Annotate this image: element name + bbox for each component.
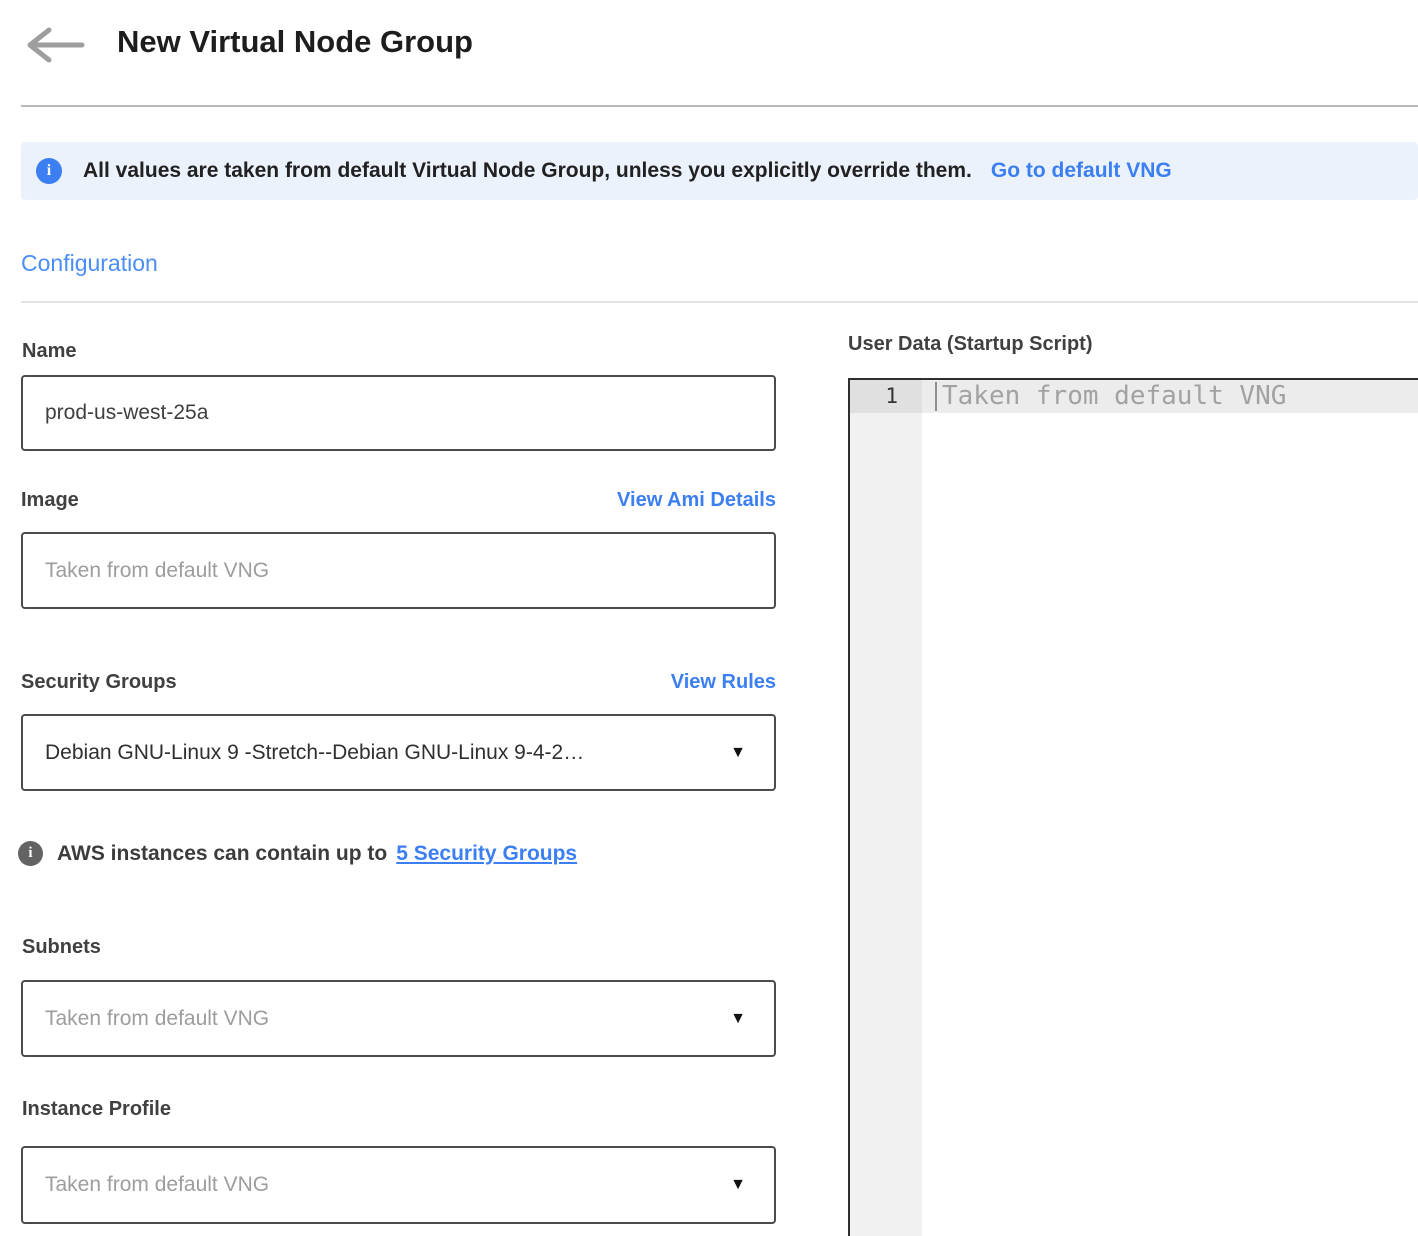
five-security-groups-link[interactable]: 5 Security Groups <box>396 842 577 866</box>
editor-line-number: 1 <box>850 380 922 413</box>
editor-active-line[interactable]: Taken from default VNG <box>922 380 1418 413</box>
instance-profile-placeholder: Taken from default VNG <box>45 1173 269 1197</box>
editor-gutter: 1 <box>850 380 922 1236</box>
subnets-placeholder: Taken from default VNG <box>45 1007 269 1031</box>
instance-profile-select[interactable]: Taken from default VNG ▼ <box>21 1146 776 1224</box>
subnets-label: Subnets <box>22 936 101 959</box>
security-groups-value: Debian GNU-Linux 9 -Stretch--Debian GNU-… <box>45 741 584 765</box>
chevron-down-icon: ▼ <box>730 1176 746 1194</box>
image-label: Image <box>21 489 79 512</box>
view-ami-details-link[interactable]: View Ami Details <box>617 489 776 512</box>
image-label-row: Image View Ami Details <box>21 489 776 512</box>
image-input[interactable] <box>21 532 776 609</box>
text-cursor-icon <box>935 382 937 411</box>
chevron-down-icon: ▼ <box>730 1010 746 1028</box>
chevron-down-icon: ▼ <box>730 744 746 762</box>
security-note-text: AWS instances can contain up to <box>57 842 387 866</box>
info-icon-gray: i <box>18 841 43 866</box>
subnets-select[interactable]: Taken from default VNG ▼ <box>21 980 776 1057</box>
name-input[interactable] <box>21 375 776 451</box>
go-to-default-vng-link[interactable]: Go to default VNG <box>991 159 1172 183</box>
editor-placeholder: Taken from default VNG <box>942 380 1286 413</box>
view-rules-link[interactable]: View Rules <box>671 671 776 694</box>
user-data-label: User Data (Startup Script) <box>848 333 1093 356</box>
back-arrow-icon[interactable] <box>24 26 86 64</box>
instance-profile-label: Instance Profile <box>22 1098 171 1121</box>
page-title: New Virtual Node Group <box>117 24 473 60</box>
security-groups-select[interactable]: Debian GNU-Linux 9 -Stretch--Debian GNU-… <box>21 714 776 791</box>
header-divider <box>21 105 1418 107</box>
security-note-row: i AWS instances can contain up to 5 Secu… <box>18 841 758 866</box>
configuration-section-link[interactable]: Configuration <box>21 250 158 277</box>
user-data-editor[interactable]: 1 Taken from default VNG <box>848 378 1418 1236</box>
security-groups-label: Security Groups <box>21 671 177 694</box>
name-label: Name <box>22 340 76 363</box>
info-icon: i <box>36 158 62 184</box>
section-divider <box>21 301 1418 303</box>
security-groups-label-row: Security Groups View Rules <box>21 671 776 694</box>
banner-text: All values are taken from default Virtua… <box>83 159 972 183</box>
info-banner: i All values are taken from default Virt… <box>21 142 1418 200</box>
